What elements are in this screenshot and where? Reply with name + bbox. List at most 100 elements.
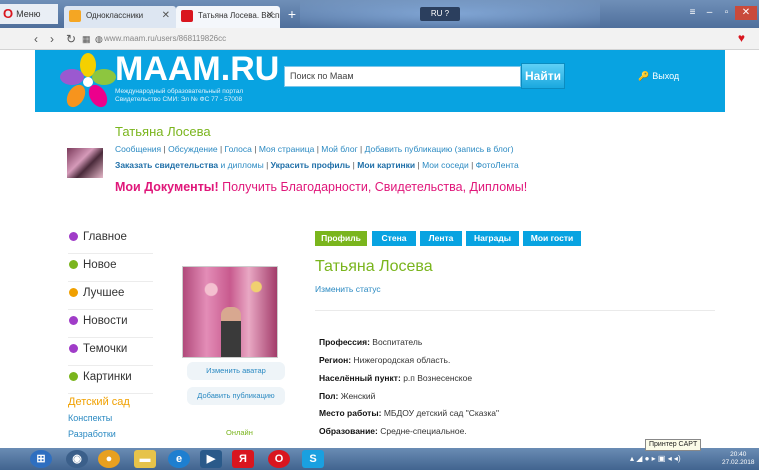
back-icon[interactable]: ‹ — [34, 31, 38, 47]
link-votes[interactable]: Голоса — [225, 144, 252, 154]
link-my-pictures[interactable]: Мои картинки — [357, 160, 415, 170]
profile-name: Татьяна Лосева — [315, 258, 433, 275]
link-my-neighbors[interactable]: Мои соседи — [422, 160, 469, 170]
yandex-icon[interactable]: Я — [232, 450, 254, 468]
user-name-link[interactable]: Татьяна Лосева — [115, 124, 211, 139]
info-gender: Пол: Женский — [319, 391, 375, 401]
field-value: Воспитатель — [372, 337, 423, 347]
maximize-icon[interactable]: ▫ — [718, 6, 735, 20]
profile-avatar[interactable] — [182, 266, 278, 358]
minimize-icon[interactable]: – — [701, 6, 718, 20]
media-player-icon[interactable]: ◉ — [66, 450, 88, 468]
my-documents-banner[interactable]: Мои Документы! Получить Благодарности, С… — [115, 180, 527, 194]
new-tab-button[interactable]: + — [284, 6, 300, 22]
link-diplomas[interactable]: и дипломы — [218, 160, 264, 170]
info-region: Регион: Нижегородская область. — [319, 355, 450, 365]
field-value: МБДОУ детский сад "Сказка" — [383, 408, 499, 418]
maam-logo-icon[interactable] — [60, 53, 116, 109]
window-controls: ≡ – ▫ ✕ — [684, 2, 757, 20]
field-value: Нижегородская область. — [353, 355, 451, 365]
tab-profile[interactable]: Профиль — [315, 231, 367, 246]
bullet-icon — [69, 344, 78, 353]
media-icon[interactable]: ▶ — [200, 450, 222, 468]
user-thumbnail[interactable] — [67, 148, 103, 178]
info-profession: Профессия: Воспитатель — [319, 337, 422, 347]
close-window-icon[interactable]: ✕ — [735, 6, 757, 20]
profile-links-row2: Заказать свидетельства и дипломы | Украс… — [115, 160, 519, 170]
close-tab-icon[interactable]: ✕ — [266, 6, 274, 26]
url-field[interactable]: www.maam.ru/users/868119826cc — [104, 34, 226, 43]
search-input[interactable]: Поиск по Маам — [284, 66, 521, 87]
lang-label: RU — [430, 9, 443, 18]
link-add-publication[interactable]: Добавить публикацию (запись в блог) — [365, 144, 514, 154]
clock-date: 27.02.2018 — [722, 459, 755, 466]
folder-icon[interactable]: ▬ — [134, 450, 156, 468]
link-decorate-profile[interactable]: Украсить профиль — [271, 160, 351, 170]
nav-label: Главное — [83, 231, 127, 243]
nav-item-main[interactable]: Главное — [68, 226, 153, 254]
reload-icon[interactable]: ↻ — [66, 31, 76, 47]
maam-favicon-icon — [181, 10, 193, 22]
logo-text[interactable]: MAAM.RU — [115, 50, 279, 89]
nav-label: Картинки — [83, 371, 132, 383]
link-discussion[interactable]: Обсуждение — [168, 144, 218, 154]
tab-label: Одноклассники — [86, 11, 144, 20]
tab-wall[interactable]: Стена — [372, 231, 416, 246]
divider — [315, 310, 715, 311]
nav-label: Лучшее — [83, 287, 125, 299]
heart-icon[interactable]: ♥ — [738, 31, 745, 45]
tab-maam-profile[interactable]: Татьяна Лосева. Воспита ✕ — [176, 6, 280, 28]
filter-icon[interactable]: ≡ — [684, 6, 701, 20]
system-tray: ▴ ◢ ● ▸ ▣ ◂ ◂) — [630, 454, 681, 463]
printer-tooltip: Принтер CAPT — [645, 439, 702, 451]
skype-icon[interactable]: S — [302, 450, 324, 468]
info-locality: Населённый пункт: р.п Вознесенское — [319, 373, 472, 383]
nav-item-pictures[interactable]: Картинки — [68, 366, 153, 394]
bullet-icon — [69, 288, 78, 297]
search-button[interactable]: Найти — [521, 63, 565, 89]
ie-icon[interactable]: e — [168, 450, 190, 468]
address-bar: ‹ › ↻ ▦ ◍ www.maam.ru/users/868119826cc … — [0, 28, 759, 50]
close-tab-icon[interactable]: ✕ — [162, 6, 170, 26]
change-status-link[interactable]: Изменить статус — [315, 284, 381, 294]
bullet-icon — [69, 372, 78, 381]
link-my-blog[interactable]: Мой блог — [321, 144, 357, 154]
tab-my-guests[interactable]: Мои гости — [523, 231, 581, 246]
chrome-icon[interactable]: ● — [98, 450, 120, 468]
link-my-page[interactable]: Моя страница — [259, 144, 315, 154]
field-label: Регион: — [319, 355, 352, 365]
tab-odnoklassniki[interactable]: Одноклассники ✕ — [64, 6, 176, 28]
nav-item-best[interactable]: Лучшее — [68, 282, 153, 310]
nav-item-new[interactable]: Новое — [68, 254, 153, 282]
opera-icon: O — [3, 6, 14, 21]
nav-section-kindergarten[interactable]: Детский сад — [68, 396, 130, 408]
opera-taskbar-icon[interactable]: O — [268, 450, 290, 468]
add-publication-button[interactable]: Добавить публикацию — [187, 387, 285, 405]
forward-icon[interactable]: › — [50, 31, 54, 47]
link-order-certificates[interactable]: Заказать свидетельства — [115, 160, 218, 170]
logout-label: Выход — [652, 71, 680, 81]
field-label: Профессия: — [319, 337, 370, 347]
nav-sub-developments[interactable]: Разработки — [68, 429, 116, 439]
change-avatar-button[interactable]: Изменить аватар — [187, 362, 285, 380]
speed-dial-icon[interactable]: ▦ — [82, 31, 91, 47]
browser-menu-button[interactable]: O Меню — [0, 4, 58, 24]
nav-item-news[interactable]: Новости — [68, 310, 153, 338]
nav-item-topics[interactable]: Темочки — [68, 338, 153, 366]
avatar-person — [221, 307, 241, 357]
menu-label: Меню — [16, 9, 41, 19]
windows-taskbar: ⊞ ◉ ● ▬ e ▶ Я O S ▴ ◢ ● ▸ ▣ ◂ ◂) — [0, 448, 759, 470]
tab-awards[interactable]: Награды — [466, 231, 519, 246]
logout-link[interactable]: 🔑 Выход — [638, 71, 679, 82]
nav-sub-notes[interactable]: Конспекты — [68, 413, 112, 423]
logo-subtitle: Международный образовательный портал Сви… — [115, 88, 244, 103]
taskbar-clock[interactable]: 20:40 27.02.2018 — [722, 451, 755, 467]
online-status: Онлайн — [226, 428, 253, 437]
docs-text: Получить Благодарности, Свидетельства, Д… — [218, 180, 528, 194]
nav-label: Новости — [83, 315, 128, 327]
link-photofeed[interactable]: ФотоЛента — [476, 160, 519, 170]
language-indicator[interactable]: RU ? — [420, 7, 460, 21]
start-icon[interactable]: ⊞ — [30, 450, 52, 468]
link-messages[interactable]: Сообщения — [115, 144, 161, 154]
tab-feed[interactable]: Лента — [420, 231, 462, 246]
